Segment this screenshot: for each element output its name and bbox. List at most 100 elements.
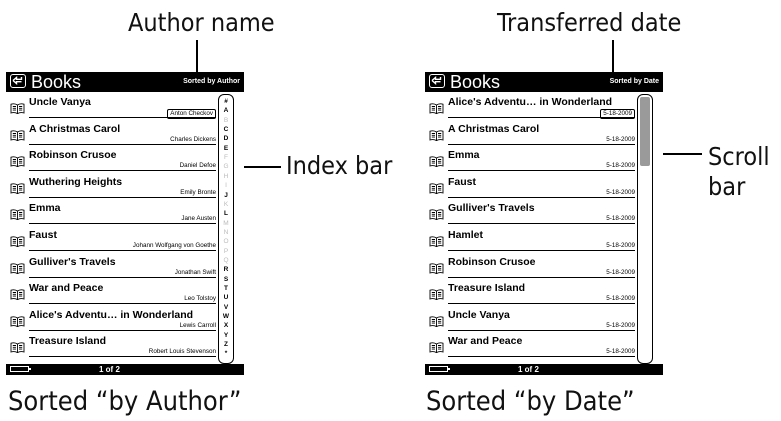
index-letter[interactable]: * [219, 350, 233, 357]
index-letter[interactable]: V [219, 304, 233, 311]
index-letter[interactable]: O [219, 238, 233, 245]
row-divider [29, 117, 216, 118]
index-letter[interactable]: X [219, 322, 233, 329]
row-divider [448, 117, 635, 118]
index-letter[interactable]: W [219, 313, 233, 320]
book-title: Robinson Crusoe [448, 255, 536, 268]
book-icon [10, 287, 25, 305]
index-letter[interactable]: U [219, 294, 233, 301]
status-bar: 1 of 2 [6, 364, 244, 375]
scroll-bar-callout-line1: Scroll [708, 142, 770, 171]
book-title: Alice's Adventu… in Wonderland [448, 96, 613, 108]
book-date: 5-18-2009 [606, 135, 635, 143]
book-title: Emma [29, 202, 61, 215]
book-row[interactable]: Gulliver's Travels Jonathan Swift [6, 254, 216, 279]
status-bar: 1 of 2 [425, 364, 663, 375]
books-screen-by-date: Books Sorted by Date Alice's Adventu… in… [425, 72, 663, 375]
book-row[interactable]: Robinson Crusoe Daniel Defoe [6, 147, 216, 172]
index-letter[interactable]: G [219, 163, 233, 170]
row-divider [448, 356, 635, 358]
book-date: 5-18-2009 [606, 268, 635, 276]
book-row[interactable]: Faust Johann Wolfgang von Goethe [6, 227, 216, 252]
book-row[interactable]: A Christmas Carol 5-18-2009 [425, 121, 635, 146]
book-row[interactable]: Treasure Island Robert Louis Stevenson [6, 333, 216, 358]
row-divider [29, 303, 216, 305]
index-letter[interactable]: E [219, 145, 233, 152]
book-title: Robinson Crusoe [29, 149, 117, 162]
book-title: Wuthering Heights [29, 175, 123, 188]
row-divider [448, 329, 635, 331]
row-divider [448, 170, 635, 172]
book-author: Jane Austen [181, 215, 216, 223]
book-title: Emma [448, 149, 480, 162]
index-letter[interactable]: N [219, 229, 233, 236]
book-row[interactable]: Alice's Adventu… in Wonderland Lewis Carr… [6, 307, 216, 332]
row-divider [29, 196, 216, 198]
back-button[interactable] [10, 74, 26, 88]
index-letter[interactable]: K [219, 201, 233, 208]
page-indicator: 1 of 2 [518, 365, 539, 374]
book-title: Uncle Vanya [29, 96, 91, 108]
index-letter[interactable]: P [219, 248, 233, 255]
book-row[interactable]: Faust 5-18-2009 [425, 174, 635, 199]
scroll-bar-leader [662, 153, 702, 155]
index-letter[interactable]: L [219, 210, 233, 217]
book-title: Hamlet [448, 229, 484, 241]
author-name-callout: Author name [128, 8, 275, 37]
index-letter[interactable]: S [219, 276, 233, 283]
screen-title: Books [450, 72, 501, 92]
index-letter[interactable]: D [219, 135, 233, 142]
book-row[interactable]: Treasure Island 5-18-2009 [425, 280, 635, 305]
back-arrow-icon [12, 76, 23, 85]
row-divider [448, 143, 635, 145]
book-title: Alice's Adventu… in Wonderland [29, 308, 194, 321]
index-letter[interactable]: M [219, 220, 233, 227]
index-bar[interactable]: # A B C D E F G H I J K L M N O P Q R S T U V W X Y Z * [218, 94, 234, 364]
scroll-bar[interactable] [637, 94, 653, 364]
index-letter[interactable]: A [219, 107, 233, 114]
book-icon [10, 128, 25, 146]
title-bar: Books Sorted by Author [6, 72, 244, 92]
book-row[interactable]: War and Peace 5-18-2009 [425, 333, 635, 358]
index-letter[interactable]: Y [219, 332, 233, 339]
book-row[interactable]: Emma Jane Austen [6, 200, 216, 225]
index-letter[interactable]: J [219, 192, 233, 199]
transferred-date-callout: Transferred date [497, 8, 682, 37]
book-row[interactable]: War and Peace Leo Tolstoy [6, 280, 216, 305]
book-row[interactable]: Uncle Vanya 5-18-2009 [425, 307, 635, 332]
index-letter[interactable]: C [219, 126, 233, 133]
books-screen-by-author: Books Sorted by Author Uncle Vanya Anton … [6, 72, 244, 375]
title-bar: Books Sorted by Date [425, 72, 663, 92]
index-letter[interactable]: H [219, 173, 233, 180]
book-icon [10, 154, 25, 172]
sort-label[interactable]: Sorted by Date [610, 77, 659, 87]
back-button[interactable] [429, 74, 445, 88]
book-row[interactable]: Emma 5-18-2009 [425, 147, 635, 172]
book-row[interactable]: Hamlet 5-18-2009 [425, 227, 635, 252]
book-title: War and Peace [448, 335, 523, 348]
index-letter[interactable]: Q [219, 257, 233, 264]
index-letter[interactable]: B [219, 117, 233, 124]
book-row[interactable]: Uncle Vanya Anton Checkov [6, 94, 216, 119]
book-row[interactable]: Alice's Adventu… in Wonderland 5-18-2009 [425, 94, 635, 119]
book-row[interactable]: Wuthering Heights Emily Bronte [6, 174, 216, 199]
book-author: Johann Wolfgang von Goethe [132, 242, 216, 249]
index-letter[interactable]: I [219, 182, 233, 189]
book-row[interactable]: A Christmas Carol Charles Dickens [6, 121, 216, 146]
scroll-thumb[interactable] [640, 97, 650, 166]
scroll-bar-callout-line2: bar [708, 172, 746, 201]
index-letter[interactable]: F [219, 154, 233, 161]
book-row[interactable]: Robinson Crusoe 5-18-2009 [425, 254, 635, 279]
book-row[interactable]: Gulliver's Travels 5-18-2009 [425, 200, 635, 225]
book-author: Robert Louis Stevenson [148, 348, 216, 356]
sort-label[interactable]: Sorted by Author [183, 77, 240, 87]
screen-title: Books [31, 72, 82, 92]
index-letter[interactable]: Z [219, 341, 233, 348]
book-icon [10, 207, 25, 225]
row-divider [29, 329, 216, 331]
book-title: Treasure Island [29, 335, 107, 348]
row-divider [448, 250, 635, 251]
index-letter[interactable]: T [219, 285, 233, 292]
index-letter[interactable]: R [219, 266, 233, 273]
index-letter[interactable]: # [219, 98, 233, 105]
